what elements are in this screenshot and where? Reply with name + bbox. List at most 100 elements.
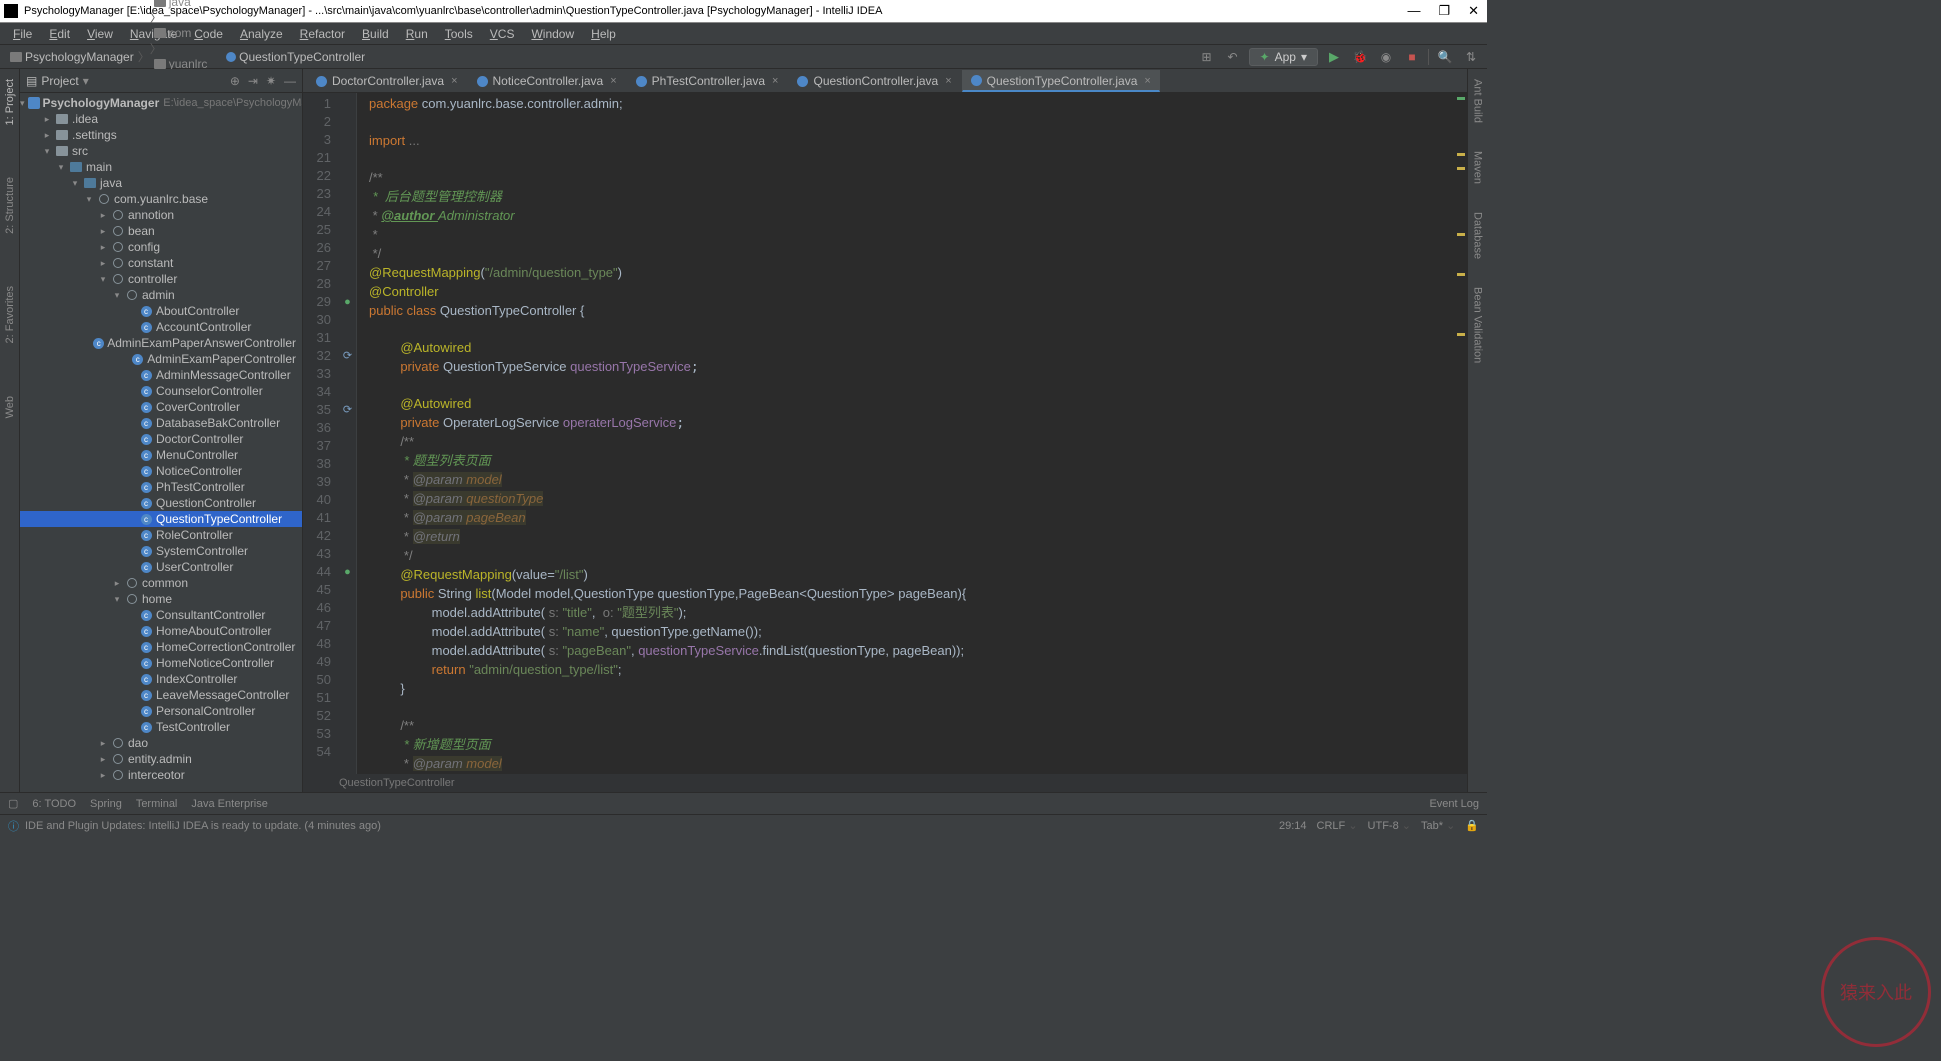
tree-item[interactable]: cQuestionTypeController	[20, 511, 302, 527]
line-separator[interactable]: CRLF ⌄	[1317, 819, 1358, 832]
editor-breadcrumb[interactable]: QuestionTypeController	[303, 774, 1467, 792]
nav-root[interactable]: PsychologyManager	[6, 50, 138, 64]
editor-tab[interactable]: QuestionTypeController.java×	[962, 70, 1160, 92]
tree-item[interactable]: cPhTestController	[20, 479, 302, 495]
tree-item[interactable]: ▸annotion	[20, 207, 302, 223]
menu-refactor[interactable]: Refactor	[293, 25, 352, 43]
tree-item[interactable]: cDoctorController	[20, 431, 302, 447]
close-tab-icon[interactable]: ×	[772, 75, 778, 87]
maven-tab[interactable]: Maven	[1470, 145, 1486, 190]
project-view-title[interactable]: Project	[41, 74, 78, 88]
tree-item[interactable]: ▸bean	[20, 223, 302, 239]
nav-segment[interactable]: com	[150, 26, 222, 40]
menu-tools[interactable]: Tools	[438, 25, 480, 43]
search-icon[interactable]: 🔍	[1435, 47, 1455, 67]
database-tab[interactable]: Database	[1470, 206, 1486, 265]
error-stripe[interactable]	[1455, 93, 1467, 774]
tree-item[interactable]: ▾controller	[20, 271, 302, 287]
tree-item[interactable]: ▾admin	[20, 287, 302, 303]
tree-item[interactable]: cHomeAboutController	[20, 623, 302, 639]
nav-segment[interactable]: java	[150, 0, 222, 9]
tree-item[interactable]: cAccountController	[20, 319, 302, 335]
gutter-mark-icon[interactable]: ●	[339, 293, 356, 311]
minimize-button[interactable]: —	[1407, 3, 1420, 19]
structure-tool-tab[interactable]: 2: Structure	[2, 171, 18, 240]
layout-icon[interactable]: ⊞	[1197, 47, 1217, 67]
favorites-tool-tab[interactable]: 2: Favorites	[2, 280, 18, 349]
editor-tab[interactable]: DoctorController.java×	[307, 70, 467, 92]
code-area[interactable]: package com.yuanlrc.base.controller.admi…	[357, 93, 1455, 774]
editor-tab[interactable]: PhTestController.java×	[627, 70, 788, 92]
tree-item[interactable]: cTestController	[20, 719, 302, 735]
tree-item[interactable]: cCoverController	[20, 399, 302, 415]
menu-help[interactable]: Help	[584, 25, 623, 43]
tree-item[interactable]: ▸constant	[20, 255, 302, 271]
tree-item[interactable]: cAdminExamPaperAnswerController	[20, 335, 302, 351]
caret-position[interactable]: 29:14	[1279, 820, 1307, 832]
tree-item[interactable]: cMenuController	[20, 447, 302, 463]
debug-button[interactable]: 🐞	[1350, 47, 1370, 67]
run-button[interactable]: ▶	[1324, 47, 1344, 67]
tree-item[interactable]: ▸.settings	[20, 127, 302, 143]
tree-item[interactable]: ▸common	[20, 575, 302, 591]
tree-item[interactable]: ▸interceotor	[20, 767, 302, 783]
tree-item[interactable]: cPersonalController	[20, 703, 302, 719]
menu-vcs[interactable]: VCS	[483, 25, 522, 43]
tree-item[interactable]: cCounselorController	[20, 383, 302, 399]
gutter-mark-icon[interactable]: ⟳	[339, 401, 356, 419]
close-tab-icon[interactable]: ×	[1144, 75, 1150, 87]
ant-build-tab[interactable]: Ant Build	[1470, 73, 1486, 129]
tree-item[interactable]: ▾com.yuanlrc.base	[20, 191, 302, 207]
tree-item[interactable]: cConsultantController	[20, 607, 302, 623]
bottom-left-icon[interactable]: ▢	[8, 797, 18, 810]
tree-item[interactable]: cUserController	[20, 559, 302, 575]
menu-build[interactable]: Build	[355, 25, 396, 43]
hide-icon[interactable]: —	[284, 74, 296, 88]
tree-item[interactable]: cDatabaseBakController	[20, 415, 302, 431]
encoding[interactable]: UTF-8 ⌄	[1368, 819, 1411, 832]
chevron-down-icon[interactable]: ▾	[83, 74, 89, 88]
maximize-button[interactable]: ❐	[1438, 3, 1450, 19]
menu-file[interactable]: File	[6, 25, 39, 43]
bean-validation-tab[interactable]: Bean Validation	[1470, 281, 1486, 369]
terminal-tab[interactable]: Terminal	[136, 798, 178, 810]
gutter-mark-icon[interactable]: ●	[339, 563, 356, 581]
run-config-selector[interactable]: ✦ App ▾	[1249, 48, 1318, 66]
close-tab-icon[interactable]: ×	[451, 75, 457, 87]
java-ee-tab[interactable]: Java Enterprise	[191, 798, 267, 810]
editor-tab[interactable]: NoticeController.java×	[468, 70, 626, 92]
tree-item[interactable]: cSystemController	[20, 543, 302, 559]
tree-item[interactable]: ▸entity.admin	[20, 751, 302, 767]
menu-run[interactable]: Run	[399, 25, 435, 43]
tree-item[interactable]: cAboutController	[20, 303, 302, 319]
tree-root[interactable]: ▾PsychologyManagerE:\idea_space\Psycholo…	[20, 95, 302, 111]
tree-item[interactable]: cHomeNoticeController	[20, 655, 302, 671]
nav-leaf[interactable]: QuestionTypeController	[222, 50, 369, 64]
gear-icon[interactable]: ✷	[266, 74, 276, 88]
tree-item[interactable]: cQuestionController	[20, 495, 302, 511]
tree-item[interactable]: ▸config	[20, 239, 302, 255]
stop-button[interactable]: ■	[1402, 47, 1422, 67]
info-icon[interactable]: ⓘ	[8, 818, 19, 834]
indent[interactable]: Tab* ⌄	[1421, 819, 1455, 832]
menu-edit[interactable]: Edit	[42, 25, 77, 43]
settings-icon[interactable]: ⇅	[1461, 47, 1481, 67]
lock-icon[interactable]: 🔒	[1465, 819, 1479, 832]
tree-item[interactable]: cRoleController	[20, 527, 302, 543]
coverage-button[interactable]: ◉	[1376, 47, 1396, 67]
tree-item[interactable]: cLeaveMessageController	[20, 687, 302, 703]
project-tree[interactable]: ▾PsychologyManagerE:\idea_space\Psycholo…	[20, 93, 302, 792]
back-icon[interactable]: ↶	[1223, 47, 1243, 67]
menu-analyze[interactable]: Analyze	[233, 25, 290, 43]
editor-tab[interactable]: QuestionController.java×	[788, 70, 960, 92]
project-tool-tab[interactable]: 1: Project	[2, 73, 18, 131]
spring-tab[interactable]: Spring	[90, 798, 122, 810]
tree-item[interactable]: ▾main	[20, 159, 302, 175]
tree-item[interactable]: cAdminExamPaperController	[20, 351, 302, 367]
locate-icon[interactable]: ⊕	[230, 74, 240, 88]
tree-item[interactable]: ▸.idea	[20, 111, 302, 127]
close-tab-icon[interactable]: ×	[945, 75, 951, 87]
close-button[interactable]: ✕	[1468, 3, 1479, 19]
tree-item[interactable]: ▾java	[20, 175, 302, 191]
tree-item[interactable]: ▾home	[20, 591, 302, 607]
